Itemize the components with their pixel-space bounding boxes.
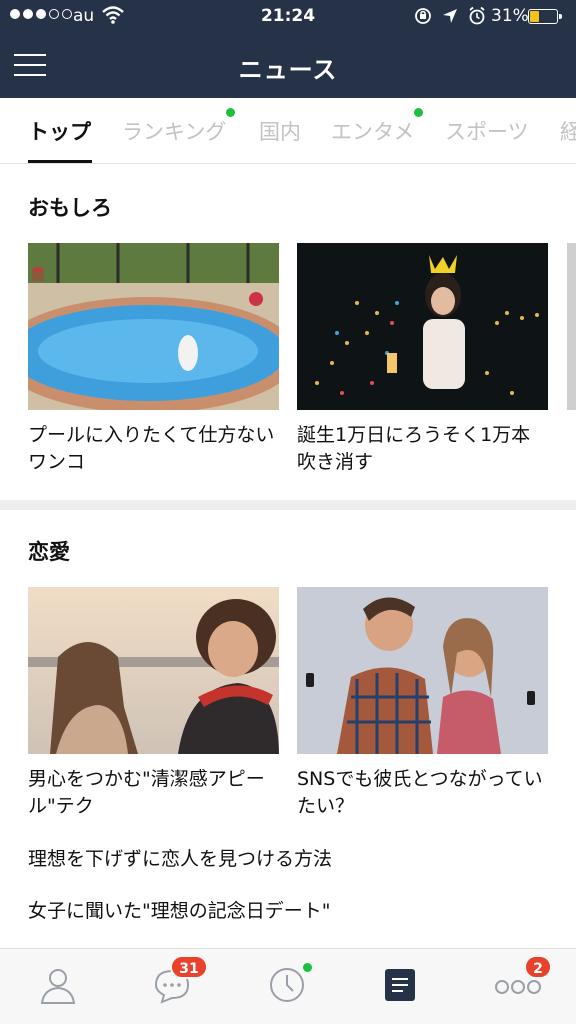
tab-economy[interactable]: 経: [560, 116, 576, 146]
article-link[interactable]: 女子に聞いた"理想の記念日デート": [28, 896, 330, 923]
article-title: プールに入りたくて仕方ないワンコ: [28, 424, 275, 473]
alarm-icon: [469, 6, 485, 25]
news-icon: [385, 969, 415, 1001]
tab-label: エンタメ: [331, 120, 415, 144]
page-title: ニュース: [238, 56, 338, 84]
notification-badge: 2: [524, 955, 552, 979]
couple-sunset-photo: [28, 587, 279, 754]
article-title: 男心をつかむ"清潔感アピール"テク: [28, 768, 265, 817]
tab-sports[interactable]: スポーツ: [445, 116, 529, 146]
tab-ranking[interactable]: ランキング: [122, 108, 236, 146]
new-indicator-dot: [414, 108, 424, 117]
section-divider: [0, 500, 576, 510]
new-indicator-dot: [226, 108, 236, 117]
person-icon: [40, 969, 76, 1004]
section-title-funny: おもしろ: [28, 196, 112, 220]
friends-tab[interactable]: [36, 963, 80, 1007]
couple-phones-photo: [297, 587, 548, 754]
next-card-peek[interactable]: [567, 243, 576, 410]
tab-domestic[interactable]: 国内: [259, 116, 301, 146]
rotation-lock-icon: [415, 8, 431, 24]
article-link[interactable]: 理想を下げずに恋人を見つける方法: [28, 844, 332, 871]
section-title-romance: 恋愛: [28, 540, 70, 564]
category-tabs: トップ ランキング 国内 エンタメ スポーツ 経: [0, 98, 576, 164]
candles-crown-photo: [297, 243, 548, 410]
news-tab[interactable]: [378, 963, 422, 1007]
tab-label: 経: [560, 120, 576, 144]
article-title: 誕生1万日にろうそく1万本吹き消す: [297, 424, 531, 473]
article-card[interactable]: プールに入りたくて仕方ないワンコ: [28, 243, 279, 476]
tab-label: トップ: [28, 120, 91, 144]
dog-pool-photo: [28, 243, 279, 410]
tab-label: 国内: [259, 120, 301, 144]
battery-percent: 31%: [491, 6, 529, 26]
timeline-tab[interactable]: [265, 963, 309, 1007]
active-tab-indicator: [28, 160, 92, 163]
status-icons: [414, 6, 486, 26]
unread-count-badge: 31: [170, 955, 208, 979]
location-arrow-icon: [443, 9, 457, 23]
app-header: au 21:24 31% ニュース: [0, 0, 576, 98]
status-bar: au 21:24 31%: [0, 0, 576, 34]
news-screen: au 21:24 31% ニュース トップ ランキング 国内 エンタメ スポーツ…: [0, 0, 576, 1024]
clock-time: 21:24: [260, 6, 316, 26]
tab-top[interactable]: トップ: [28, 116, 91, 146]
tab-entertainment[interactable]: エンタメ: [331, 108, 424, 146]
article-card[interactable]: SNSでも彼氏とつながっていたい？: [297, 587, 548, 820]
article-card[interactable]: 誕生1万日にろうそく1万本吹き消す: [297, 243, 548, 476]
tab-label: スポーツ: [445, 120, 529, 144]
battery-icon: [528, 9, 562, 24]
article-card[interactable]: 男心をつかむ"清潔感アピール"テク: [28, 587, 279, 820]
article-title: SNSでも彼氏とつながっていたい？: [297, 768, 543, 817]
clock-icon: [270, 968, 304, 1002]
tab-label: ランキング: [122, 120, 227, 144]
bottom-tab-bar: 31 2: [0, 948, 576, 1024]
new-indicator-dot: [303, 963, 312, 972]
